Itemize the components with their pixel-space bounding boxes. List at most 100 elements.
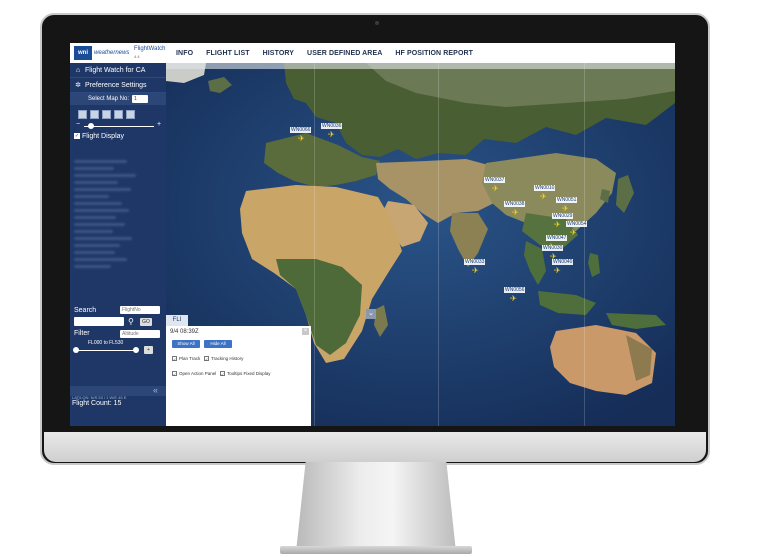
option-label: Open Action Panel xyxy=(179,371,217,376)
flight-label[interactable]: WN0030 xyxy=(542,245,564,251)
nav-flight-list[interactable]: FLIGHT LIST xyxy=(206,50,249,57)
tool-button[interactable] xyxy=(114,110,123,119)
plus-icon[interactable]: + xyxy=(157,121,161,128)
flight-label[interactable]: WN0033 xyxy=(464,259,486,265)
select-map-label: Select Map No: xyxy=(87,96,130,102)
flight-label[interactable]: WN0066 xyxy=(290,127,312,133)
tool-button[interactable] xyxy=(126,110,135,119)
altitude-slider-max-thumb[interactable] xyxy=(133,347,139,353)
plane-icon[interactable]: ✈ xyxy=(472,267,479,275)
plane-icon[interactable]: ✈ xyxy=(562,205,569,213)
brand-name: weathernews xyxy=(94,50,130,56)
add-filter-button[interactable]: + xyxy=(144,346,153,354)
nav-hf-position-report[interactable]: HF POSITION REPORT xyxy=(395,50,473,57)
option-tooltips-fixed-display[interactable]: ✓ Tooltips Fixed Display xyxy=(220,371,271,377)
brand-logo: wni xyxy=(74,46,92,60)
map-toolbar xyxy=(70,105,166,121)
flight-label[interactable]: WN0040 xyxy=(552,259,574,265)
grid-line xyxy=(438,63,439,426)
option-plan-track[interactable]: ✓ Plan Track xyxy=(172,356,201,362)
sidebar-item-label: Flight Watch for CA xyxy=(85,66,146,74)
flight-info-panel: 9/4 08:39Z × Show All Hide All ✓ Plan Tr… xyxy=(166,326,311,426)
app-screen: wni weathernews FlightWatch 4.4 INFO FLI… xyxy=(70,43,675,426)
flight-count-value: 15 xyxy=(113,400,122,407)
plane-icon[interactable]: ✈ xyxy=(540,193,547,201)
search-label: Search xyxy=(74,307,97,314)
altitude-slider-min-thumb[interactable] xyxy=(73,347,79,353)
search-icon[interactable]: ⚲ xyxy=(128,317,134,326)
checkbox-icon[interactable]: ✓ xyxy=(204,356,209,362)
select-map-row: Select Map No: 1 xyxy=(70,93,166,105)
flight-label[interactable]: WN0038 xyxy=(504,201,526,207)
panel-time: 9/4 08:39Z xyxy=(170,329,199,335)
checkbox-icon[interactable]: ✓ xyxy=(172,356,177,362)
nav-history[interactable]: HISTORY xyxy=(263,50,294,57)
plane-icon[interactable]: ✈ xyxy=(554,267,561,275)
flight-label[interactable]: WN0051 xyxy=(556,197,578,203)
flight-info-tab[interactable]: FLI xyxy=(166,315,188,326)
chevron-down-icon[interactable]: ⌄ xyxy=(366,309,376,319)
top-nav-bar: wni weathernews FlightWatch 4.4 INFO FLI… xyxy=(70,43,675,64)
product-name: FlightWatch 4.4 xyxy=(134,46,176,60)
option-open-action-panel[interactable]: ✓ Open Action Panel xyxy=(172,371,217,377)
altitude-range-text: FL000 to FL530 xyxy=(88,340,124,346)
plane-icon[interactable]: ✈ xyxy=(492,185,499,193)
hide-all-button[interactable]: Hide All xyxy=(204,340,232,348)
product-version: 4.4 xyxy=(134,54,140,59)
close-icon[interactable]: × xyxy=(302,328,309,335)
monitor-chin xyxy=(44,432,706,462)
tool-button[interactable] xyxy=(78,110,87,119)
tool-button[interactable] xyxy=(90,110,99,119)
flight-label[interactable]: WN0037 xyxy=(484,177,506,183)
flight-label[interactable]: WN0056 xyxy=(504,287,526,293)
option-label: Tooltips Fixed Display xyxy=(227,371,271,376)
flight-label[interactable]: WN0010 xyxy=(534,185,556,191)
checkbox-icon[interactable]: ✓ xyxy=(220,371,225,377)
flight-display-label: Flight Display xyxy=(82,132,125,140)
sidebar-item-preferences[interactable]: ✲ Preference Settings xyxy=(70,78,166,93)
search-filter-area: Search FlightNo ⚲ GO Filter Altitude FL0… xyxy=(70,305,166,385)
slider-track xyxy=(84,126,154,127)
search-input[interactable] xyxy=(74,317,124,326)
grid-line xyxy=(584,63,585,426)
option-label: Plan Track xyxy=(179,356,201,361)
sidebar-item-label: Preference Settings xyxy=(85,81,147,89)
minus-icon[interactable]: − xyxy=(76,121,80,128)
nav-user-defined-area[interactable]: USER DEFINED AREA xyxy=(307,50,382,57)
flight-label[interactable]: WN0036 xyxy=(321,123,343,129)
plane-icon[interactable]: ✈ xyxy=(554,221,561,229)
search-type-dropdown[interactable]: FlightNo xyxy=(120,306,160,314)
checkbox-icon[interactable]: ✓ xyxy=(74,133,80,139)
go-button[interactable]: GO xyxy=(140,318,152,326)
flight-label[interactable]: WN0029 xyxy=(552,213,574,219)
show-all-button[interactable]: Show All xyxy=(172,340,200,348)
grid-line xyxy=(314,63,315,426)
flight-label[interactable]: WN0047 xyxy=(546,235,568,241)
camera-dot xyxy=(375,21,379,25)
plane-icon[interactable]: ✈ xyxy=(328,131,335,139)
checkbox-icon[interactable]: ✓ xyxy=(172,371,177,377)
plane-icon[interactable]: ✈ xyxy=(510,295,517,303)
zoom-slider[interactable]: − + xyxy=(74,121,162,131)
flight-display-toggle[interactable]: ✓ Flight Display xyxy=(70,131,166,141)
monitor-stand xyxy=(296,462,456,552)
slider-thumb[interactable] xyxy=(88,123,94,129)
product-title: FlightWatch xyxy=(134,46,166,52)
monitor-base xyxy=(280,546,472,554)
option-tracking-history[interactable]: ✓ Tracking History xyxy=(204,356,244,362)
gear-icon: ✲ xyxy=(75,82,81,89)
filter-label: Filter xyxy=(74,330,90,337)
flight-label[interactable]: WN0054 xyxy=(566,221,588,227)
home-icon: ⌂ xyxy=(75,66,81,74)
plane-icon[interactable]: ✈ xyxy=(298,135,305,143)
nav-info[interactable]: INFO xyxy=(176,50,193,57)
plane-icon[interactable]: ✈ xyxy=(570,229,577,237)
sidebar-item-flight-watch[interactable]: ⌂ Flight Watch for CA xyxy=(70,63,166,78)
select-map-dropdown[interactable]: 1 xyxy=(132,95,149,103)
filter-type-dropdown[interactable]: Altitude xyxy=(120,330,160,338)
flight-count-label: Flight Count: xyxy=(72,400,112,407)
flight-count-area: LAT/LON: N/S 53 / 1 W/E 45 E Flight Coun… xyxy=(72,395,164,407)
option-label: Tracking History xyxy=(211,356,244,361)
plane-icon[interactable]: ✈ xyxy=(512,209,519,217)
tool-button[interactable] xyxy=(102,110,111,119)
